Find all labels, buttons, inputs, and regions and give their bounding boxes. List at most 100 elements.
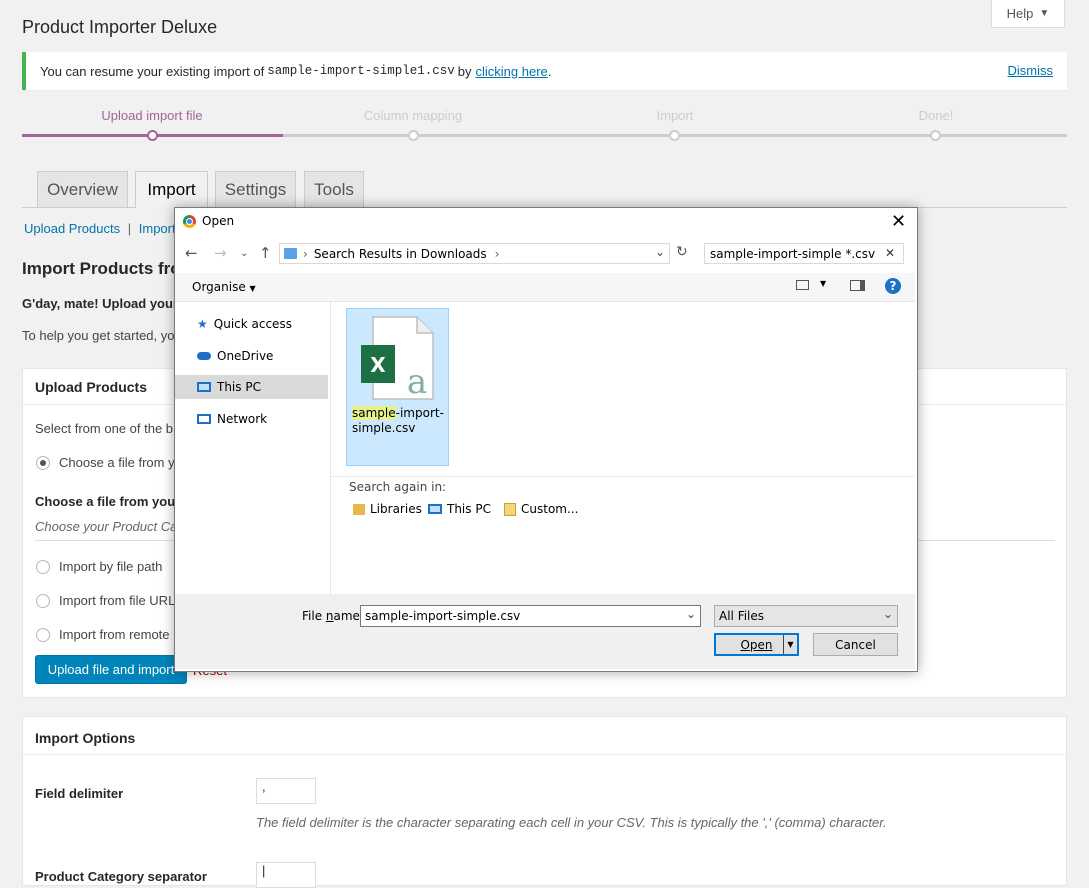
help-button[interactable]: Help ▼: [991, 0, 1065, 28]
help-icon[interactable]: ?: [885, 278, 901, 294]
nav-this-pc-label: This PC: [217, 380, 261, 394]
radio-file-url-label: Import from file URL: [59, 593, 176, 608]
sublink-separator: |: [127, 221, 132, 236]
excel-csv-icon: X a: [361, 316, 434, 401]
forward-arrow-icon[interactable]: →: [214, 244, 227, 262]
filename-input[interactable]: sample-import-simple.csv ⌄: [360, 605, 701, 627]
search-libraries-link[interactable]: Libraries: [353, 502, 422, 516]
tab-settings[interactable]: Settings: [215, 171, 296, 207]
file-name-highlight: sample: [352, 406, 396, 420]
search-again-panel: Search again in: Libraries This PC Custo…: [331, 476, 915, 595]
address-bar[interactable]: › Search Results in Downloads › ⌄: [279, 243, 670, 264]
dialog-toolbar: Organise ▼ ▼ ?: [175, 273, 915, 302]
options-box-title: Import Options: [35, 730, 136, 746]
search-folder-icon: [284, 248, 297, 259]
cancel-button[interactable]: Cancel: [813, 633, 898, 656]
tab-overview[interactable]: Overview: [37, 171, 128, 207]
open-button[interactable]: Open ▼: [714, 633, 799, 656]
refresh-icon[interactable]: ↻: [676, 244, 688, 260]
folder-search-icon: [504, 502, 516, 516]
category-separator-input[interactable]: |: [256, 862, 316, 888]
breadcrumb-separator-icon: ›: [303, 246, 308, 261]
file-name-label: sample-import- simple.csv: [352, 406, 444, 436]
import-options-box: Import Options Field delimiter , The fie…: [22, 716, 1067, 888]
search-input[interactable]: sample-import-simple *.csv ✕: [704, 243, 904, 264]
search-this-pc-link[interactable]: This PC: [428, 502, 491, 516]
open-split-dropdown-icon[interactable]: ▼: [783, 635, 797, 654]
resume-notice: You can resume your existing import of s…: [22, 52, 1067, 90]
file-type-value: All Files: [719, 609, 765, 623]
field-delimiter-input[interactable]: ,: [256, 778, 316, 804]
clear-search-icon[interactable]: ✕: [885, 246, 895, 260]
step-done-dot: [930, 130, 941, 141]
open-button-label: Open: [740, 637, 773, 652]
page-title: Product Importer Deluxe: [22, 17, 218, 37]
organise-menu[interactable]: Organise ▼: [192, 280, 256, 294]
navigation-pane: ★ Quick access OneDrive This PC Network: [175, 302, 331, 594]
nav-quick-access-label: Quick access: [213, 317, 292, 331]
file-item[interactable]: X a sample-import- simple.csv: [346, 308, 449, 466]
radio-file-path[interactable]: [36, 560, 50, 574]
tab-tools[interactable]: Tools: [304, 171, 364, 207]
step-upload-dot: [147, 130, 158, 141]
chevron-down-icon[interactable]: ⌄: [655, 245, 665, 259]
filename-label-accesskey: n: [325, 609, 334, 623]
step-upload-label: Upload import file: [101, 108, 203, 123]
chevron-down-icon: ⌄: [882, 607, 893, 621]
open-file-dialog: Open ✕ ← → ⌄ ↑ › Search Results in Downl…: [174, 207, 918, 672]
nav-quick-access[interactable]: ★ Quick access: [175, 312, 328, 336]
preview-pane-icon[interactable]: [850, 280, 865, 291]
organise-label: Organise: [192, 280, 246, 294]
tab-import[interactable]: Import: [135, 171, 208, 208]
dialog-titlebar: Open: [183, 214, 234, 228]
radio-remote-label: Import from remote: [59, 627, 170, 642]
nav-this-pc[interactable]: This PC: [175, 375, 328, 399]
view-options-icon[interactable]: [796, 280, 809, 290]
search-custom-link[interactable]: Custom...: [504, 502, 578, 516]
radio-file-path-label: Import by file path: [59, 559, 163, 574]
resume-link[interactable]: clicking here: [476, 64, 548, 79]
cloud-icon: [197, 352, 211, 360]
svg-text:a: a: [407, 362, 427, 401]
divider: [23, 754, 1066, 755]
sublink-upload-products[interactable]: Upload Products: [24, 221, 120, 236]
back-arrow-icon[interactable]: ←: [185, 244, 198, 262]
recent-locations-chevron-icon[interactable]: ⌄: [240, 248, 248, 259]
search-libraries-label: Libraries: [370, 502, 422, 516]
up-arrow-icon[interactable]: ↑: [259, 244, 272, 262]
nav-onedrive[interactable]: OneDrive: [175, 344, 328, 368]
intro-text: To help you get started, yo: [22, 328, 175, 343]
radio-file-url[interactable]: [36, 594, 50, 608]
category-separator-label: Product Category separator: [35, 869, 207, 884]
intro-bold: G'day, mate! Upload your: [22, 296, 178, 311]
section-heading: Import Products fro: [22, 259, 181, 278]
svg-text:X: X: [370, 353, 386, 377]
search-this-pc-label: This PC: [447, 502, 491, 516]
filename-value: sample-import-simple.csv: [365, 609, 521, 623]
notice-by: by: [457, 63, 472, 79]
notice-filename: sample-import-simple1.csv: [267, 64, 455, 78]
computer-icon: [428, 504, 442, 514]
dismiss-link[interactable]: Dismiss: [1008, 63, 1054, 78]
caret-down-icon[interactable]: ▼: [820, 279, 826, 288]
file-type-select[interactable]: All Files ⌄: [714, 605, 898, 627]
step-done-label: Done!: [918, 108, 954, 123]
nav-network-label: Network: [217, 412, 268, 426]
choose-file-heading: Choose a file from your: [35, 494, 181, 509]
star-icon: ★: [197, 317, 208, 331]
radio-remote[interactable]: [36, 628, 50, 642]
chevron-down-icon[interactable]: ⌄: [686, 607, 696, 621]
network-icon: [197, 414, 211, 424]
upload-and-import-button[interactable]: Upload file and import: [35, 655, 187, 684]
close-icon[interactable]: ✕: [891, 211, 906, 232]
filename-label: File name:: [302, 609, 364, 623]
file-name-part: -import-: [395, 406, 444, 420]
sublink-import[interactable]: Import: [139, 221, 176, 236]
dialog-footer: File name: sample-import-simple.csv ⌄ Al…: [175, 594, 915, 669]
nav-network[interactable]: Network: [175, 407, 328, 431]
computer-icon: [197, 382, 211, 392]
nav-onedrive-label: OneDrive: [217, 349, 274, 363]
radio-choose-file[interactable]: [36, 456, 50, 470]
upload-box-title: Upload Products: [35, 379, 148, 395]
breadcrumb: Search Results in Downloads: [313, 246, 487, 261]
